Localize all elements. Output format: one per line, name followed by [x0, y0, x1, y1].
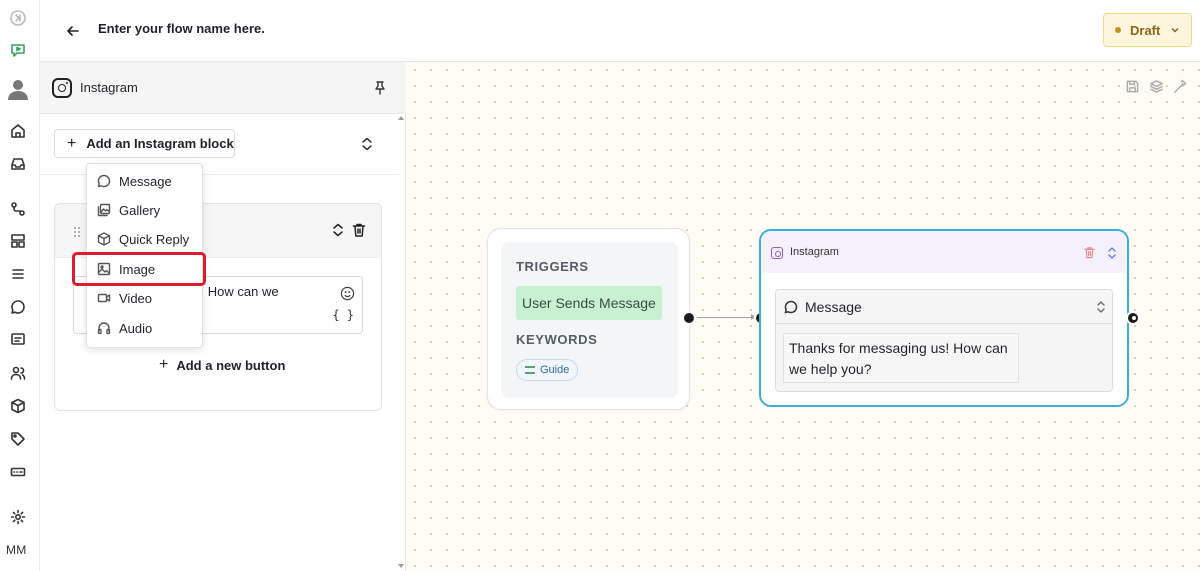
flow-canvas[interactable]: TRIGGERS User Sends Message KEYWORDS Gui… [407, 62, 1200, 571]
left-rail: MM [0, 0, 40, 571]
canvas-toolbar [1125, 79, 1188, 94]
menu-item-video[interactable]: Video [87, 284, 204, 312]
message-icon [784, 300, 798, 314]
avatar-icon[interactable] [5, 76, 31, 102]
menu-item-gallery[interactable]: Gallery [87, 196, 204, 224]
instagram-icon [52, 78, 72, 98]
home-icon[interactable] [8, 121, 28, 141]
instagram-node-header: Instagram [761, 231, 1127, 273]
contacts-icon[interactable] [8, 363, 28, 383]
keyword-chip: Guide [516, 359, 579, 381]
add-instagram-block-button[interactable]: + Add an Instagram block [54, 129, 235, 158]
keyword-label: Guide [540, 364, 570, 376]
panel-title: Instagram [80, 80, 138, 95]
scroll-down-arrow[interactable] [398, 564, 404, 568]
headphones-icon [97, 322, 111, 335]
message-block-type: Message [805, 298, 862, 315]
trigger-badge: User Sends Message [516, 286, 662, 320]
emoji-icon[interactable] [340, 286, 355, 301]
menu-item-label: Quick Reply [119, 231, 190, 247]
tag-icon[interactable] [8, 429, 28, 449]
panel-header: Instagram [40, 62, 406, 114]
expand-collapse-icon[interactable] [360, 136, 374, 152]
triggers-heading: TRIGGERS [516, 259, 589, 274]
instagram-node[interactable]: Instagram Message Thanks for messaging u… [759, 229, 1129, 407]
flow-name-input[interactable]: Enter your flow name here. [98, 21, 265, 36]
message-block-header: Message [776, 290, 1112, 324]
menu-item-image[interactable]: Image [87, 255, 204, 283]
save-icon[interactable] [1125, 79, 1140, 94]
layout-icon[interactable] [8, 231, 28, 251]
plus-icon: + [159, 356, 169, 373]
magic-wand-icon[interactable] [1173, 79, 1188, 94]
trigger-node[interactable]: TRIGGERS User Sends Message KEYWORDS Gui… [487, 228, 690, 410]
message-body-text: Thanks for messaging us! How can we help… [783, 333, 1019, 383]
menu-item-quick-reply[interactable]: Quick Reply [87, 225, 204, 253]
inbox-icon[interactable] [8, 154, 28, 174]
list-icon[interactable] [8, 264, 28, 284]
layers-icon[interactable] [1149, 79, 1164, 94]
trigger-output-port[interactable] [682, 311, 696, 325]
add-button-label: Add a new button [176, 357, 286, 373]
drag-handle-icon[interactable] [73, 225, 81, 237]
chat-icon[interactable] [8, 297, 28, 317]
gear-icon[interactable] [8, 507, 28, 527]
instagram-output-port[interactable] [1126, 311, 1140, 325]
trigger-node-body: TRIGGERS User Sends Message KEYWORDS Gui… [501, 242, 678, 398]
message-block[interactable]: Message Thanks for messaging us! How can… [775, 289, 1113, 392]
package-icon[interactable] [8, 396, 28, 416]
menu-item-label: Image [119, 261, 156, 277]
cube-icon [97, 232, 111, 246]
user-initials[interactable]: MM [6, 543, 27, 557]
block-type-menu: Message Gallery Quick Reply Image Video … [86, 163, 203, 348]
menu-item-message[interactable]: Message [87, 167, 204, 195]
keyboard-icon[interactable] [8, 462, 28, 482]
equals-icon [525, 366, 535, 374]
menu-item-label: Audio [119, 320, 153, 336]
trash-icon[interactable] [351, 222, 367, 238]
status-dropdown[interactable]: Draft [1103, 13, 1192, 47]
expand-collapse-icon[interactable] [1107, 246, 1117, 260]
video-icon [97, 293, 111, 303]
trash-icon[interactable] [1083, 246, 1096, 259]
keywords-heading: KEYWORDS [516, 332, 598, 347]
message-icon [97, 174, 111, 188]
menu-item-audio[interactable]: Audio [87, 314, 204, 342]
menu-item-label: Gallery [119, 202, 161, 218]
instagram-node-title: Instagram [790, 246, 839, 258]
pin-icon[interactable] [372, 80, 388, 96]
plus-icon: + [67, 134, 77, 152]
logo-icon[interactable] [8, 40, 28, 60]
flows-icon[interactable] [8, 199, 28, 219]
add-block-label: Add an Instagram block [86, 136, 234, 151]
messages-icon[interactable] [8, 330, 28, 350]
back-arrow-icon[interactable] [64, 22, 82, 40]
chevron-down-icon [1171, 27, 1179, 33]
image-icon [97, 262, 111, 276]
scroll-up-arrow[interactable] [398, 116, 404, 120]
connection-edge [697, 314, 756, 320]
instagram-icon [771, 247, 783, 259]
menu-item-label: Video [119, 290, 153, 306]
add-new-button[interactable]: + Add a new button [159, 356, 285, 374]
top-bar: Enter your flow name here. Draft [40, 0, 1200, 62]
collapse-icon[interactable] [8, 8, 28, 28]
menu-item-label: Message [119, 173, 172, 189]
status-label: Draft [1130, 22, 1161, 38]
card-expand-icon[interactable] [331, 222, 345, 238]
expand-collapse-icon[interactable] [1094, 300, 1105, 314]
gallery-icon [97, 203, 111, 217]
variables-icon[interactable]: { } [332, 308, 354, 322]
status-dot [1115, 27, 1121, 33]
